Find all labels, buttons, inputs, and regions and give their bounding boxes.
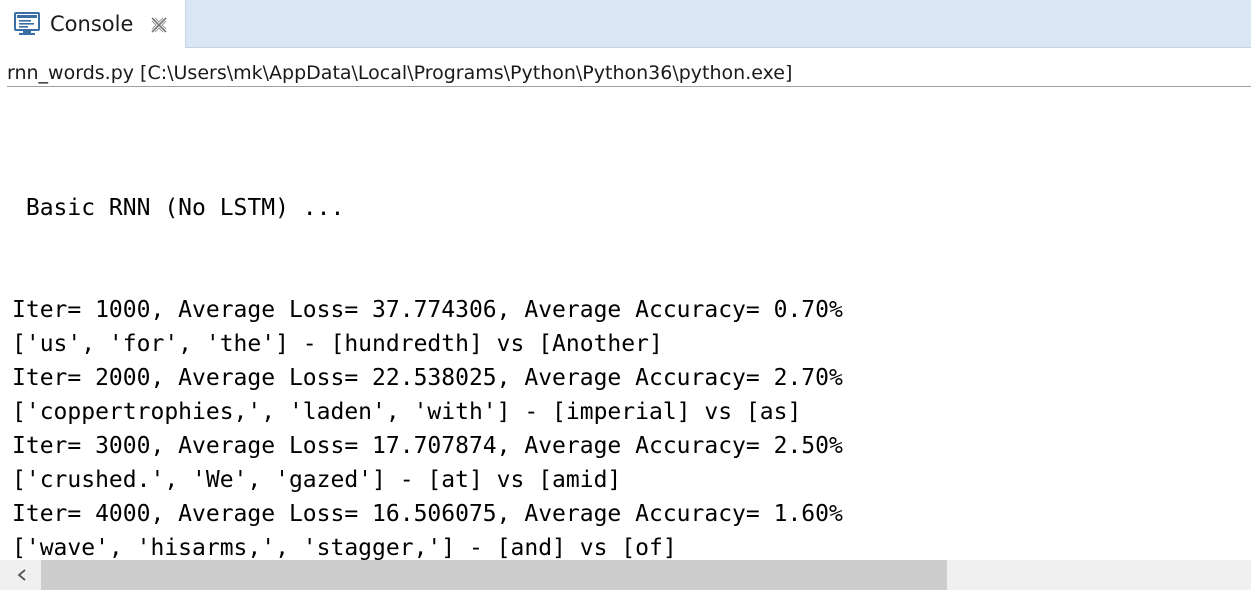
output-line: Iter= 4000, Average Loss= 16.506075, Ave… — [12, 501, 843, 527]
horizontal-scrollbar[interactable] — [0, 560, 1251, 590]
output-line: ['coppertrophies,', 'laden', 'with'] - [… — [12, 399, 802, 425]
output-line: Basic RNN (No LSTM) ... — [12, 195, 345, 221]
output-line: ['us', 'for', 'the'] - [hundredth] vs [A… — [12, 331, 663, 357]
output-line: ['crushed.', 'We', 'gazed'] - [at] vs [a… — [12, 467, 622, 493]
output-line: ['wave', 'hisarms,', 'stagger,'] - [and]… — [12, 535, 677, 560]
chevron-left-icon[interactable] — [8, 564, 36, 586]
output-line: Iter= 1000, Average Loss= 37.774306, Ave… — [12, 297, 843, 323]
console-icon — [14, 12, 40, 36]
scrollbar-thumb[interactable] — [41, 560, 947, 590]
close-icon[interactable] — [149, 15, 169, 35]
tab-console-label: Console — [50, 12, 134, 36]
divider — [7, 86, 1251, 87]
output-line: Iter= 2000, Average Loss= 22.538025, Ave… — [12, 365, 843, 391]
view-tabbar: Console — [0, 0, 1251, 48]
process-label: rnn_words.py [C:\Users\mk\AppData\Local\… — [7, 62, 793, 84]
tab-console[interactable]: Console — [0, 0, 186, 48]
output-line: Iter= 3000, Average Loss= 17.707874, Ave… — [12, 433, 843, 459]
console-output[interactable]: Basic RNN (No LSTM) ... Iter= 1000, Aver… — [12, 88, 1247, 560]
